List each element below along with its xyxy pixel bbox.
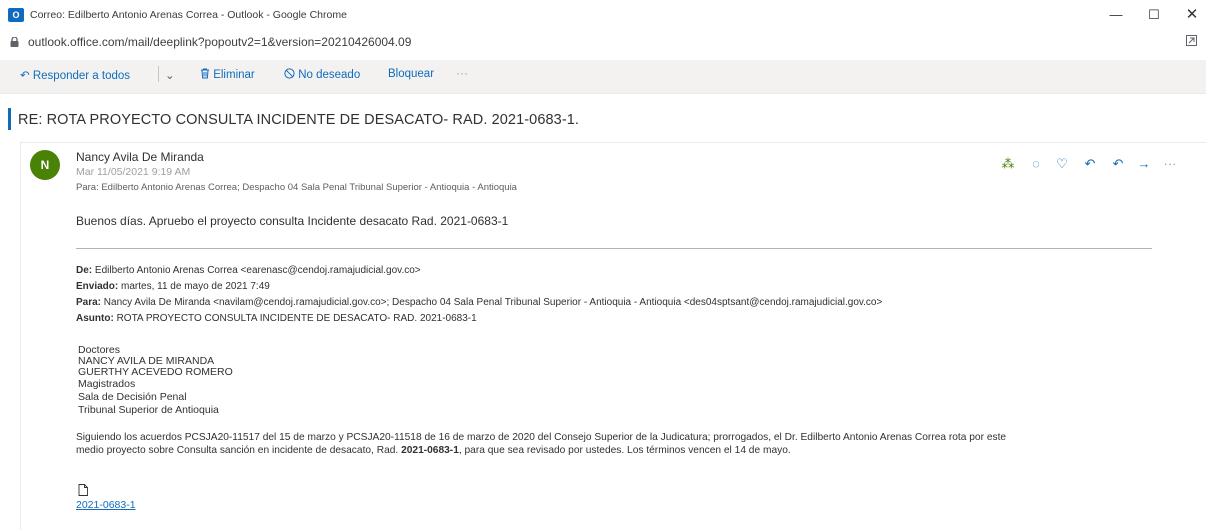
reply-all-label: Responder a todos: [32, 70, 131, 82]
sender-name[interactable]: Nancy Avila De Miranda: [76, 150, 204, 164]
immersive-reader-icon[interactable]: ◌: [1028, 156, 1044, 171]
toolbar-separator: [158, 66, 159, 82]
delete-label: Eliminar: [213, 69, 255, 81]
message-greeting: Buenos días. Apruebo el proyecto consult…: [76, 214, 509, 228]
more-options-icon[interactable]: ···: [1162, 156, 1178, 171]
block-label: Bloquear: [388, 68, 435, 80]
recipients-line: Para: Edilberto Antonio Arenas Correa; D…: [76, 182, 517, 193]
junk-label: No deseado: [298, 69, 361, 81]
teams-share-icon[interactable]: ⁂: [1000, 156, 1016, 172]
chevron-down-icon: ⌄: [165, 70, 175, 82]
open-in-app-icon[interactable]: [1186, 35, 1197, 46]
delete-button[interactable]: Eliminar: [200, 68, 255, 81]
body-text: medio proyecto sobre Consulta sanción en…: [76, 445, 402, 456]
quoted-subject: Asunto: ROTA PROYECTO CONSULTA INCIDENTE…: [76, 313, 477, 324]
signature-line: Tribunal Superior de Antioquia: [78, 404, 219, 416]
quoted-from: De: Edilberto Antonio Arenas Correa <ear…: [76, 265, 421, 276]
signature-line: Magistrados: [78, 378, 136, 390]
selected-accent-bar: [8, 108, 11, 130]
like-icon[interactable]: ♡: [1054, 156, 1070, 172]
quoted-from-value: Edilberto Antonio Arenas Correa <earenas…: [94, 265, 421, 276]
reply-all-icon: ↶: [20, 70, 30, 82]
quoted-divider: [76, 248, 1152, 249]
body-paragraph-line-1: Siguiendo los acuerdos PCSJA20-11517 del…: [76, 432, 1007, 443]
lock-icon: [10, 37, 19, 47]
message-toolbar: [0, 60, 1206, 94]
quoted-to-label: Para:: [76, 297, 102, 308]
quoted-sent-label: Enviado:: [76, 281, 119, 292]
reply-options-dropdown[interactable]: ⌄: [165, 68, 175, 82]
message-subject: RE: ROTA PROYECTO CONSULTA INCIDENTE DE …: [18, 112, 580, 128]
signature-line: Sala de Decisión Penal: [78, 391, 187, 403]
quoted-sent-value: martes, 11 de mayo de 2021 7:49: [121, 281, 270, 292]
close-window-button[interactable]: ✕: [1182, 6, 1202, 24]
signature-line: GUERTHY ACEVEDO ROMERO: [78, 366, 233, 378]
quoted-to-value: Nancy Avila De Miranda <navilam@cendoj.r…: [103, 297, 883, 308]
outlook-app-icon: O: [8, 8, 24, 22]
block-icon: [284, 68, 295, 79]
quoted-subject-value: ROTA PROYECTO CONSULTA INCIDENTE DE DESA…: [116, 313, 477, 324]
forward-icon[interactable]: →: [1136, 156, 1152, 171]
quoted-from-label: De:: [76, 265, 93, 276]
url-text[interactable]: outlook.office.com/mail/deeplink?popoutv…: [28, 35, 411, 49]
body-paragraph-line-2: medio proyecto sobre Consulta sanción en…: [76, 445, 791, 456]
maximize-button[interactable]: ☐: [1144, 6, 1164, 24]
quoted-to: Para: Nancy Avila De Miranda <navilam@ce…: [76, 297, 882, 308]
junk-button[interactable]: No deseado: [284, 68, 360, 81]
reply-icon[interactable]: ↶: [1082, 156, 1098, 172]
block-button[interactable]: Bloquear: [388, 68, 434, 80]
body-rad-number: 2021-0683-1: [401, 445, 459, 456]
message-card: [20, 142, 1206, 530]
reply-all-button[interactable]: ↶ Responder a todos: [20, 68, 130, 82]
avatar[interactable]: N: [30, 150, 60, 180]
window-title: Correo: Edilberto Antonio Arenas Correa …: [30, 9, 347, 21]
body-text: , para que sea revisado por ustedes. Los…: [458, 445, 791, 456]
message-date: Mar 11/05/2021 9:19 AM: [76, 166, 191, 178]
more-actions-button[interactable]: ···: [456, 66, 468, 80]
quoted-subject-label: Asunto:: [76, 313, 114, 324]
quoted-sent: Enviado: martes, 11 de mayo de 2021 7:49: [76, 281, 270, 292]
trash-icon: [201, 68, 209, 79]
document-icon: [78, 484, 88, 496]
reply-all-message-icon[interactable]: ↶: [1110, 156, 1126, 172]
minimize-button[interactable]: —: [1106, 6, 1126, 24]
attachment-link[interactable]: 2021-0683-1: [76, 499, 136, 511]
